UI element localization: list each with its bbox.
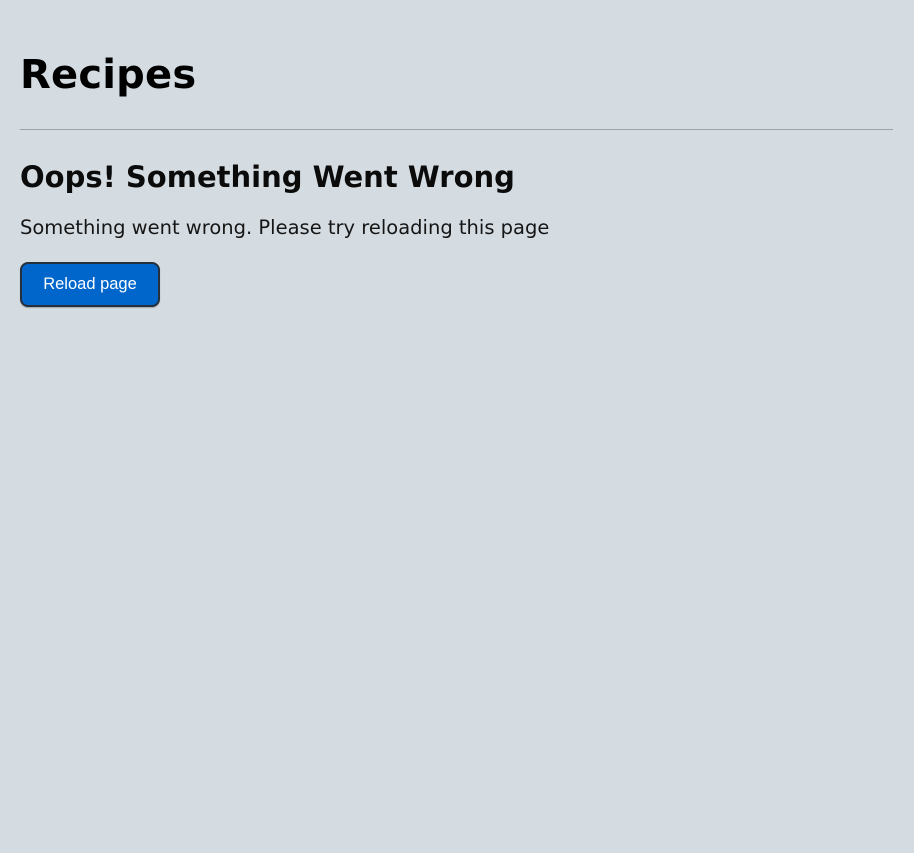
header-divider	[20, 129, 893, 130]
page-title: Recipes	[20, 52, 197, 98]
reload-page-button[interactable]: Reload page	[20, 262, 160, 307]
page: Recipes Oops! Something Went Wrong Somet…	[0, 0, 914, 853]
error-message: Something went wrong. Please try reloadi…	[20, 216, 550, 239]
error-heading: Oops! Something Went Wrong	[20, 160, 515, 194]
error-panel: Oops! Something Went Wrong Something wen…	[20, 159, 893, 307]
